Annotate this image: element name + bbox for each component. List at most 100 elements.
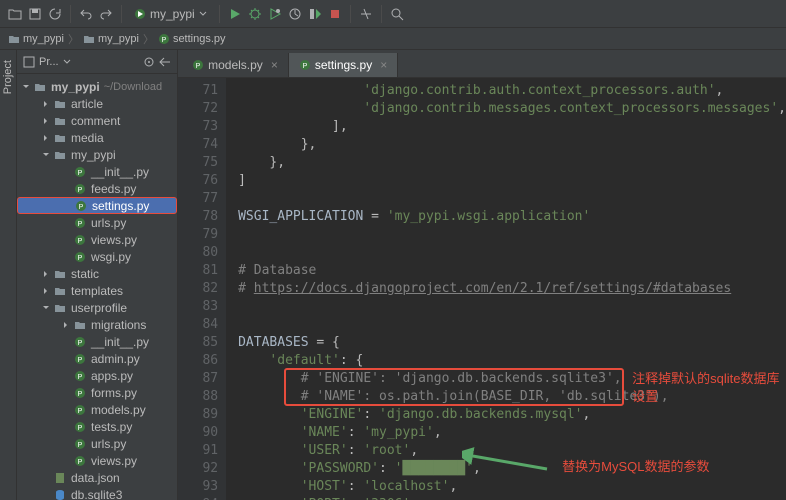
- tree-item-label: admin.py: [91, 352, 140, 366]
- code-line[interactable]: [238, 316, 786, 334]
- chevron-down-icon: [63, 58, 71, 66]
- arrow-right-icon: [61, 320, 71, 330]
- vcs-icon[interactable]: [357, 5, 375, 23]
- tree-item[interactable]: Pfeeds.py: [17, 180, 177, 197]
- tree-item[interactable]: Padmin.py: [17, 350, 177, 367]
- code-line[interactable]: # Database: [238, 262, 786, 280]
- code-line[interactable]: },: [238, 136, 786, 154]
- svg-text:P: P: [78, 408, 83, 415]
- line-number: 76: [178, 172, 218, 190]
- tree-item[interactable]: Papps.py: [17, 367, 177, 384]
- file-icon: P: [73, 403, 87, 417]
- code-line[interactable]: ],: [238, 118, 786, 136]
- annotation-arrow: [462, 447, 552, 477]
- file-icon: P: [73, 182, 87, 196]
- tree-item[interactable]: static: [17, 265, 177, 282]
- svg-text:P: P: [162, 37, 167, 44]
- file-icon: [53, 301, 67, 315]
- search-icon[interactable]: [388, 5, 406, 23]
- sidebar-tools[interactable]: [143, 56, 171, 68]
- tree-item[interactable]: Psettings.py: [17, 197, 177, 214]
- code-editor[interactable]: 7172737475767778798081828384858687888990…: [178, 78, 786, 500]
- tree-root[interactable]: my_pypi ~/Download: [17, 78, 177, 95]
- tree-item[interactable]: userprofile: [17, 299, 177, 316]
- run-config-label: my_pypi: [150, 7, 195, 21]
- tree-item[interactable]: media: [17, 129, 177, 146]
- code-line[interactable]: [238, 244, 786, 262]
- code-line[interactable]: [238, 226, 786, 244]
- undo-icon[interactable]: [77, 5, 95, 23]
- open-icon[interactable]: [6, 5, 24, 23]
- editor-tab[interactable]: Pmodels.py×: [182, 53, 289, 77]
- svg-text:P: P: [78, 170, 83, 177]
- code-line[interactable]: # https://docs.djangoproject.com/en/2.1/…: [238, 280, 786, 298]
- breadcrumb-root[interactable]: my_pypi: [8, 33, 64, 45]
- code-line[interactable]: ]: [238, 172, 786, 190]
- tree-item[interactable]: comment: [17, 112, 177, 129]
- profile-icon[interactable]: [286, 5, 304, 23]
- tree-item[interactable]: Pforms.py: [17, 384, 177, 401]
- gutter: 7172737475767778798081828384858687888990…: [178, 78, 226, 500]
- chevron-right-icon: 〉: [68, 31, 79, 47]
- file-icon: [53, 267, 67, 281]
- project-tool-tab[interactable]: Project: [0, 54, 16, 100]
- tree-item[interactable]: db.sqlite3: [17, 486, 177, 500]
- close-icon[interactable]: ×: [380, 58, 387, 72]
- run-coverage-icon[interactable]: [266, 5, 284, 23]
- line-number: 94: [178, 496, 218, 500]
- file-icon: P: [73, 352, 87, 366]
- breadcrumb: my_pypi 〉 my_pypi 〉 Psettings.py: [0, 28, 786, 50]
- code-line[interactable]: },: [238, 154, 786, 172]
- editor-tab[interactable]: Psettings.py×: [289, 53, 398, 77]
- tree-item-label: __init__.py: [91, 335, 149, 349]
- line-number: 74: [178, 136, 218, 154]
- save-icon[interactable]: [26, 5, 44, 23]
- project-header[interactable]: Pr...: [17, 50, 177, 74]
- stop-icon[interactable]: [326, 5, 344, 23]
- code-line[interactable]: 'HOST': 'localhost',: [238, 478, 786, 496]
- tree-item[interactable]: article: [17, 95, 177, 112]
- code-line[interactable]: 'PORT': '3306',: [238, 496, 786, 500]
- code-line[interactable]: DATABASES = {: [238, 334, 786, 352]
- file-icon: P: [73, 216, 87, 230]
- tree-item[interactable]: P __init__.py: [17, 163, 177, 180]
- tree-item[interactable]: data.json: [17, 469, 177, 486]
- tree-item[interactable]: Pwsgi.py: [17, 248, 177, 265]
- tree-item[interactable]: templates: [17, 282, 177, 299]
- tree-item[interactable]: Pviews.py: [17, 231, 177, 248]
- code-line[interactable]: 'NAME': 'my_pypi',: [238, 424, 786, 442]
- run-config2-icon[interactable]: [306, 5, 324, 23]
- tree-item[interactable]: my_pypi: [17, 146, 177, 163]
- tree-item[interactable]: Purls.py: [17, 435, 177, 452]
- tree-item-label: __init__.py: [91, 165, 149, 179]
- refresh-icon[interactable]: [46, 5, 64, 23]
- tree-item-label: views.py: [91, 454, 137, 468]
- code-line[interactable]: [238, 190, 786, 208]
- debug-icon[interactable]: [246, 5, 264, 23]
- tree-item[interactable]: Pmodels.py: [17, 401, 177, 418]
- svg-text:P: P: [78, 442, 83, 449]
- tree-item[interactable]: P__init__.py: [17, 333, 177, 350]
- tree-item[interactable]: Ptests.py: [17, 418, 177, 435]
- code-line[interactable]: 'django.contrib.auth.context_processors.…: [238, 82, 786, 100]
- run-config-dropdown[interactable]: my_pypi: [128, 7, 213, 21]
- tree-item-label: apps.py: [91, 369, 133, 383]
- tree-item[interactable]: migrations: [17, 316, 177, 333]
- code-line[interactable]: 'django.contrib.messages.context_process…: [238, 100, 786, 118]
- tree-item[interactable]: Pviews.py: [17, 452, 177, 469]
- code-line[interactable]: 'ENGINE': 'django.db.backends.mysql',: [238, 406, 786, 424]
- breadcrumb-sub[interactable]: my_pypi: [83, 33, 139, 45]
- run-icon[interactable]: [226, 5, 244, 23]
- breadcrumb-file[interactable]: Psettings.py: [158, 33, 226, 45]
- line-number: 78: [178, 208, 218, 226]
- code-line[interactable]: [238, 298, 786, 316]
- redo-icon[interactable]: [97, 5, 115, 23]
- project-tree[interactable]: my_pypi ~/Download articlecommentmediamy…: [17, 74, 177, 500]
- tree-item-label: urls.py: [91, 216, 126, 230]
- close-icon[interactable]: ×: [271, 58, 278, 72]
- code-line[interactable]: WSGI_APPLICATION = 'my_pypi.wsgi.applica…: [238, 208, 786, 226]
- tree-item-label: urls.py: [91, 437, 126, 451]
- tree-item[interactable]: Purls.py: [17, 214, 177, 231]
- svg-text:P: P: [78, 187, 83, 194]
- code-body[interactable]: 'django.contrib.auth.context_processors.…: [226, 78, 786, 500]
